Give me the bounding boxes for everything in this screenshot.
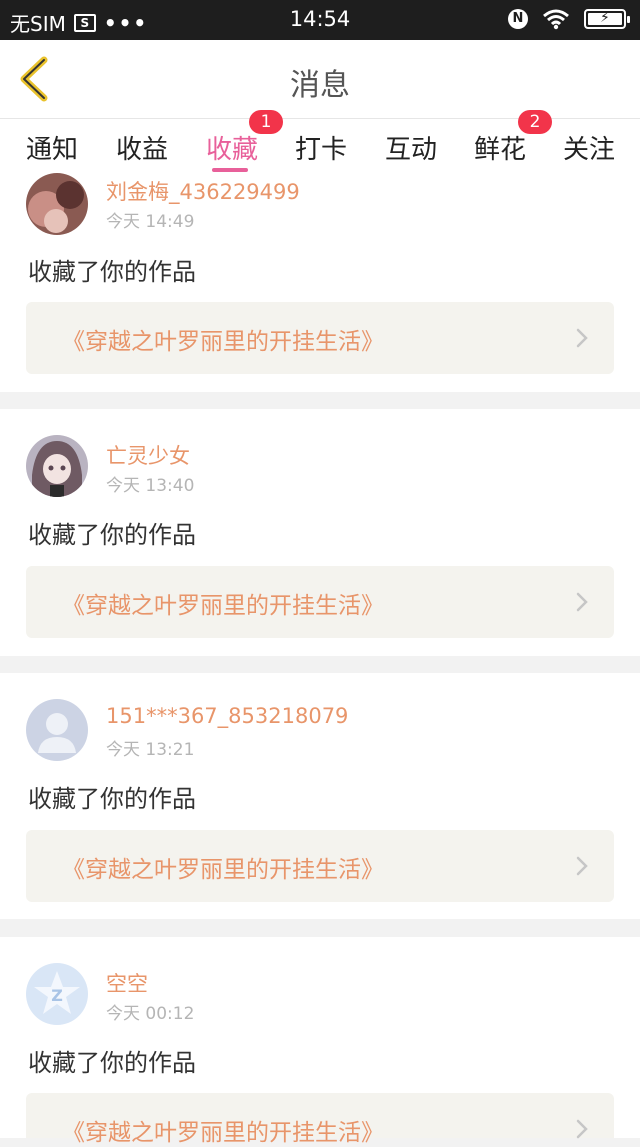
chevron-right-icon xyxy=(576,856,588,876)
message-text: 收藏了你的作品 xyxy=(28,521,196,549)
avatar[interactable] xyxy=(26,173,88,235)
user-name[interactable]: 亡灵少女 xyxy=(106,440,190,470)
work-link[interactable]: 《穿越之叶罗丽里的开挂生活》 xyxy=(26,302,614,374)
user-name[interactable]: 空空 xyxy=(106,968,148,998)
tab-notice[interactable]: 通知 xyxy=(26,129,78,166)
work-title: 《穿越之叶罗丽里的开挂生活》 xyxy=(62,857,384,883)
qzone-avatar-icon[interactable]: Z xyxy=(26,963,88,1025)
message-text: 收藏了你的作品 xyxy=(28,785,196,813)
work-title: 《穿越之叶罗丽里的开挂生活》 xyxy=(62,1120,384,1146)
message-card: Z 空空 今天 00:12 收藏了你的作品 《穿越之叶罗丽里的开挂生活》 xyxy=(0,937,640,1146)
message-time: 今天 00:12 xyxy=(106,1004,195,1024)
battery-icon: ⚡ xyxy=(584,9,630,29)
tab-checkin[interactable]: 打卡 xyxy=(295,129,347,166)
work-title: 《穿越之叶罗丽里的开挂生活》 xyxy=(62,593,384,619)
message-card: 亡灵少女 今天 13:40 收藏了你的作品 《穿越之叶罗丽里的开挂生活》 xyxy=(0,409,640,656)
favorites-badge: 1 xyxy=(249,110,283,134)
chevron-right-icon xyxy=(576,328,588,348)
tab-earnings[interactable]: 收益 xyxy=(116,129,168,166)
tab-flowers[interactable]: 鲜花 xyxy=(474,129,526,166)
user-name[interactable]: 刘金梅_436229499 xyxy=(106,176,300,206)
work-link[interactable]: 《穿越之叶罗丽里的开挂生活》 xyxy=(26,566,614,638)
active-tab-indicator xyxy=(212,168,248,172)
tab-favorites[interactable]: 收藏 xyxy=(206,129,258,166)
avatar[interactable] xyxy=(26,435,88,497)
message-card: 151***367_853218079 今天 13:21 收藏了你的作品 《穿越… xyxy=(0,673,640,919)
tab-interaction[interactable]: 互动 xyxy=(385,129,437,166)
tab-follow[interactable]: 关注 xyxy=(563,129,615,166)
wifi-icon xyxy=(543,9,569,30)
message-time: 今天 13:21 xyxy=(106,740,195,760)
message-text: 收藏了你的作品 xyxy=(28,258,196,286)
work-link[interactable]: 《穿越之叶罗丽里的开挂生活》 xyxy=(26,1093,614,1146)
flowers-badge: 2 xyxy=(518,110,552,134)
nav-bar: 消息 xyxy=(0,40,640,118)
nfc-icon: N xyxy=(508,9,528,29)
work-link[interactable]: 《穿越之叶罗丽里的开挂生活》 xyxy=(26,830,614,902)
chevron-right-icon xyxy=(576,592,588,612)
chevron-right-icon xyxy=(576,1119,588,1139)
message-text: 收藏了你的作品 xyxy=(28,1049,196,1077)
user-name[interactable]: 151***367_853218079 xyxy=(106,704,348,728)
status-bar: 无SIM S ••• 14:54 N ⚡ xyxy=(0,0,640,40)
message-card: 刘金梅_436229499 今天 14:49 收藏了你的作品 《穿越之叶罗丽里的… xyxy=(0,173,640,392)
default-avatar-icon[interactable] xyxy=(26,699,88,761)
work-title: 《穿越之叶罗丽里的开挂生活》 xyxy=(62,329,384,355)
message-time: 今天 14:49 xyxy=(106,212,195,232)
page-title: 消息 xyxy=(290,68,350,103)
svg-text:Z: Z xyxy=(51,986,63,1005)
message-time: 今天 13:40 xyxy=(106,476,195,496)
